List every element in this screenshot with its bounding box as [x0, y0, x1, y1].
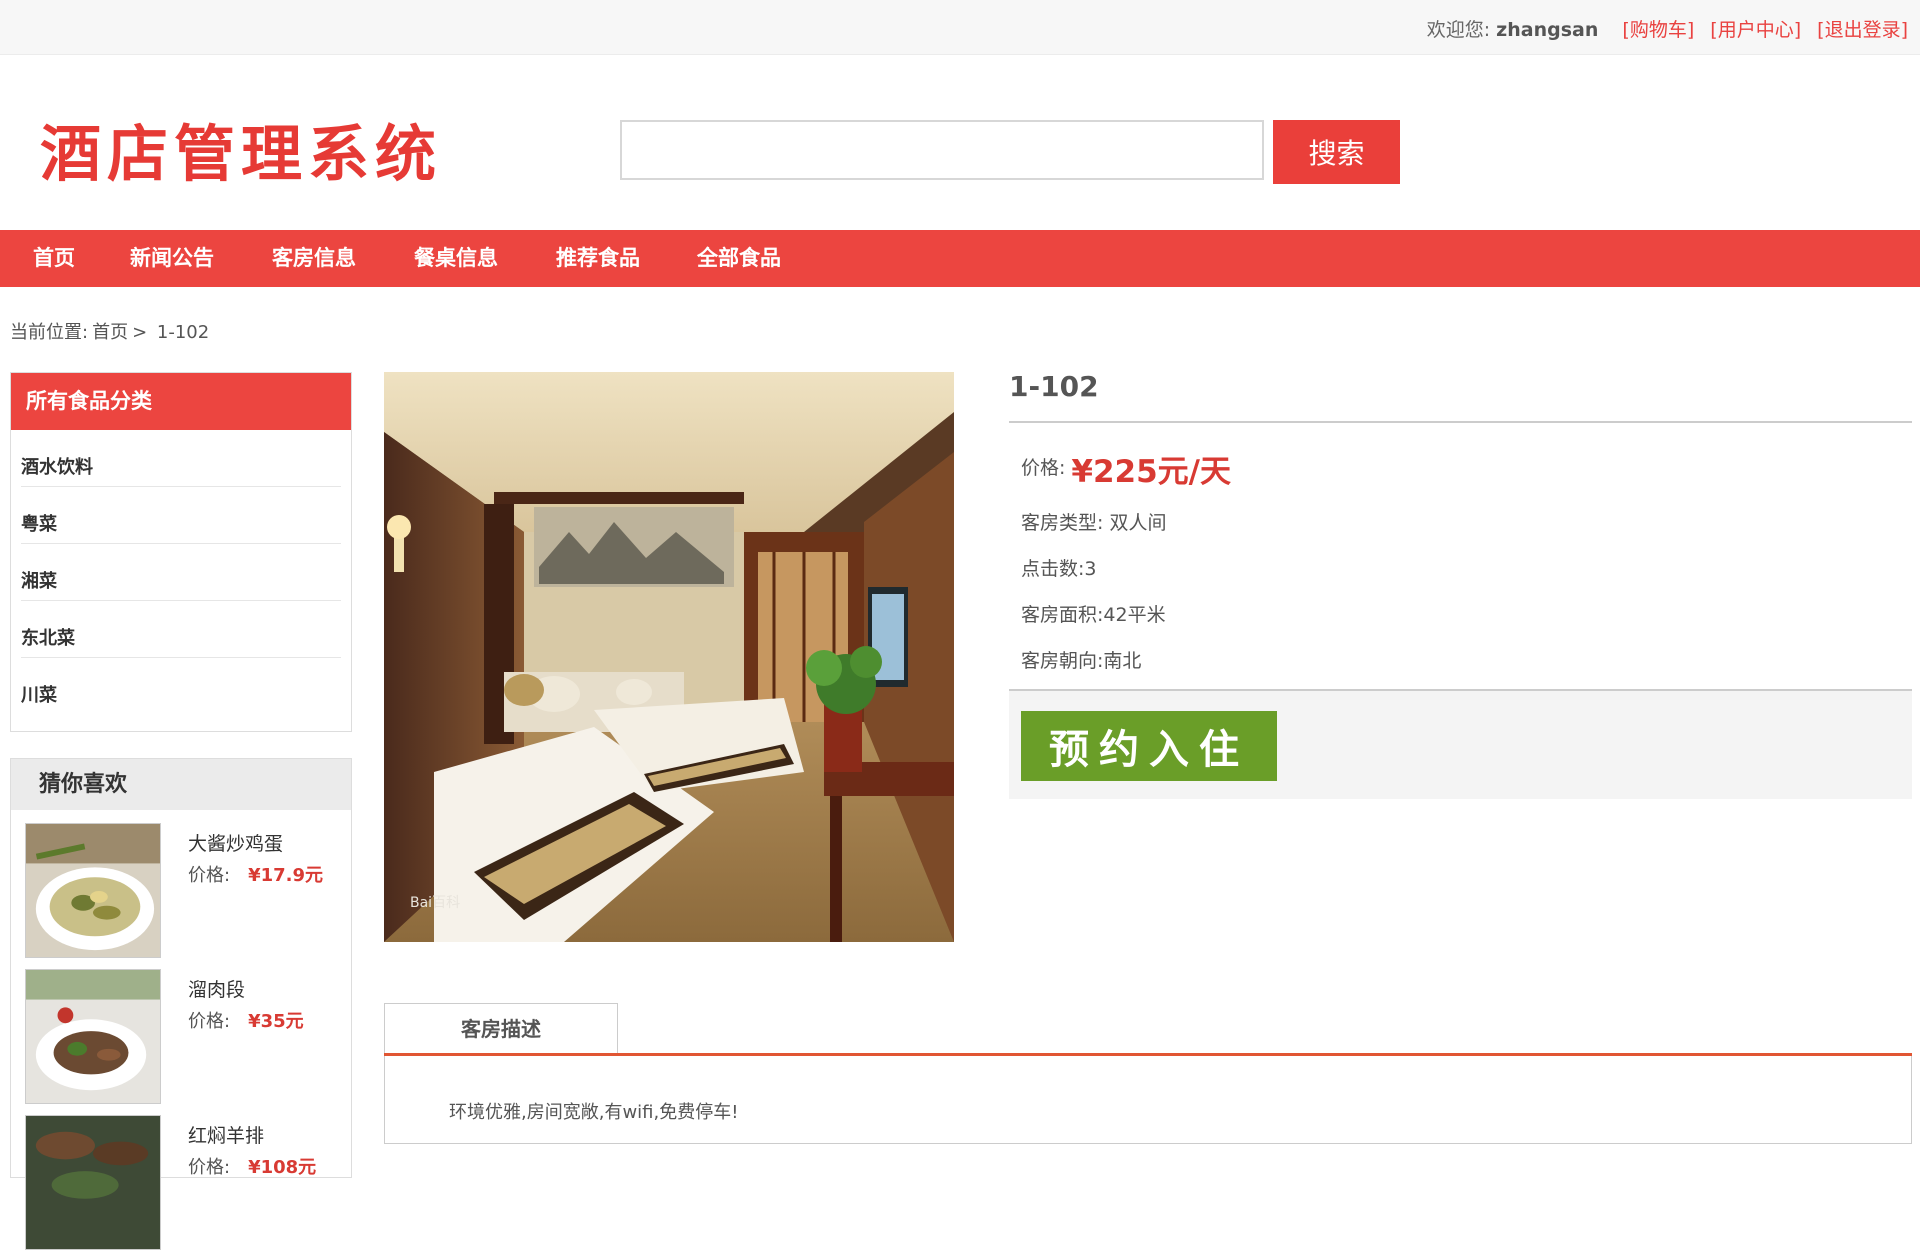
breadcrumb-separator: >: [132, 322, 148, 343]
room-facing-row: 客房朝向:南北: [1021, 646, 1141, 673]
room-price-label: 价格:: [1021, 457, 1066, 479]
room-type-row: 客房类型: 双人间: [1021, 508, 1166, 535]
breadcrumb-home[interactable]: 首页: [92, 322, 128, 343]
price-label: 价格:: [188, 865, 231, 886]
room-area-label: 客房面积:: [1021, 604, 1104, 626]
description-text: 环境优雅,房间宽敞,有wifi,免费停车!: [449, 1102, 739, 1123]
booking-area: 预约入住: [1009, 689, 1912, 799]
tab-room-description[interactable]: 客房描述: [384, 1003, 618, 1053]
username: zhangsan: [1496, 19, 1599, 41]
category-item[interactable]: 东北菜: [21, 601, 341, 658]
top-bar: 欢迎您: zhangsan [购物车] [用户中心] [退出登录]: [0, 0, 1920, 55]
category-panel: 所有食品分类 酒水饮料 粤菜 湘菜 东北菜 川菜: [10, 372, 352, 732]
category-item[interactable]: 湘菜: [21, 544, 341, 601]
nav-item-home[interactable]: 首页: [33, 230, 75, 287]
logout-link[interactable]: [退出登录]: [1817, 19, 1908, 41]
recommendation-item[interactable]: 大酱炒鸡蛋 价格: ¥17.9元: [25, 823, 345, 958]
room-area-row: 客房面积:42平米: [1021, 600, 1166, 627]
book-room-button[interactable]: 预约入住: [1021, 711, 1277, 781]
nav-item-news[interactable]: 新闻公告: [130, 230, 214, 287]
nav-item-rooms[interactable]: 客房信息: [272, 230, 356, 287]
recommendation-price: 价格: ¥17.9元: [188, 861, 323, 887]
room-price: 价格: ¥225元/天: [1021, 446, 1231, 491]
room-title: 1-102: [1009, 370, 1099, 403]
search-input[interactable]: [620, 120, 1264, 180]
title-divider: [1009, 421, 1912, 423]
room-price-value: ¥225元/天: [1071, 454, 1232, 490]
breadcrumb-prefix: 当前位置:: [10, 322, 89, 343]
price-label: 价格:: [188, 1011, 231, 1032]
category-item[interactable]: 酒水饮料: [21, 430, 341, 487]
recommendation-price: 价格: ¥108元: [188, 1153, 316, 1179]
nav-item-tables[interactable]: 餐桌信息: [414, 230, 498, 287]
category-item[interactable]: 川菜: [21, 658, 341, 714]
nav-item-all-food[interactable]: 全部食品: [697, 230, 781, 287]
price-label: 价格:: [188, 1157, 231, 1178]
price-value: ¥35元: [248, 1011, 304, 1032]
room-clicks-label: 点击数:: [1021, 558, 1085, 580]
recommendation-item[interactable]: 红焖羊排 价格: ¥108元: [25, 1115, 345, 1250]
price-value: ¥17.9元: [248, 865, 324, 886]
breadcrumb: 当前位置: 首页 > 1-102: [10, 318, 213, 344]
recommendation-item[interactable]: 溜肉段 价格: ¥35元: [25, 969, 345, 1104]
main-nav: 首页 新闻公告 客房信息 餐桌信息 推荐食品 全部食品: [0, 230, 1920, 287]
recommendation-panel: 猜你喜欢 大酱炒鸡蛋 价格: ¥17.9元 溜肉段 价格: ¥35元 红焖羊排 …: [10, 758, 352, 1250]
breadcrumb-current: 1-102: [156, 322, 210, 343]
room-facing-label: 客房朝向:: [1021, 650, 1104, 672]
room-photo: Bai百科: [384, 372, 954, 942]
room-type-label: 客房类型:: [1021, 512, 1104, 534]
recommendation-price: 价格: ¥35元: [188, 1007, 304, 1033]
description-panel: 环境优雅,房间宽敞,有wifi,免费停车!: [384, 1056, 1912, 1144]
site-logo[interactable]: 酒店管理系统: [40, 104, 442, 193]
user-center-link[interactable]: [用户中心]: [1710, 19, 1801, 41]
room-clicks-row: 点击数:3: [1021, 554, 1097, 581]
food-thumbnail[interactable]: [25, 1115, 161, 1250]
category-item[interactable]: 粤菜: [21, 487, 341, 544]
user-links: 欢迎您: zhangsan [购物车] [用户中心] [退出登录]: [1427, 15, 1908, 42]
photo-watermark: Bai百科: [410, 895, 460, 911]
recommendation-name[interactable]: 红焖羊排: [188, 1121, 264, 1148]
room-clicks-value: 3: [1084, 558, 1097, 580]
recommendation-panel-title: 猜你喜欢: [11, 759, 351, 810]
food-thumbnail[interactable]: [25, 823, 161, 958]
welcome-text: 欢迎您:: [1426, 19, 1491, 41]
recommendation-name[interactable]: 溜肉段: [188, 975, 245, 1002]
room-area-value: 42平米: [1103, 604, 1166, 626]
room-facing-value: 南北: [1103, 650, 1142, 672]
search-button[interactable]: 搜索: [1273, 120, 1400, 184]
recommendation-name[interactable]: 大酱炒鸡蛋: [188, 829, 283, 856]
room-type-value: 双人间: [1109, 512, 1167, 534]
price-value: ¥108元: [248, 1157, 317, 1178]
food-thumbnail[interactable]: [25, 969, 161, 1104]
nav-item-recommended-food[interactable]: 推荐食品: [556, 230, 640, 287]
category-panel-title: 所有食品分类: [11, 373, 351, 430]
cart-link[interactable]: [购物车]: [1622, 19, 1694, 41]
